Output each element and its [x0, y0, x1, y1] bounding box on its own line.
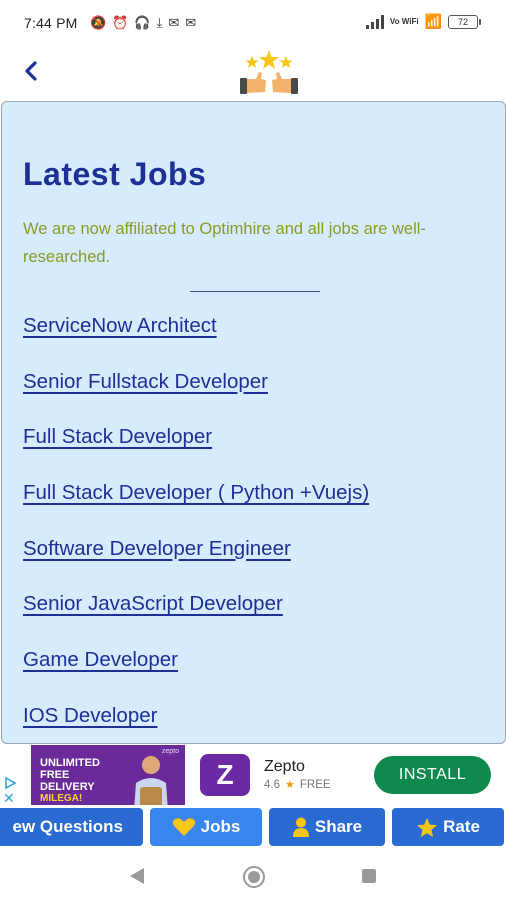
new-questions-label: ew Questions: [12, 817, 123, 836]
status-time: 7:44 PM: [24, 15, 78, 31]
page-title: Latest Jobs: [23, 156, 207, 192]
nav-home-icon[interactable]: [243, 866, 265, 888]
ad-app-name[interactable]: Zepto: [264, 758, 305, 776]
list-item: ServiceNow Architect: [23, 314, 369, 370]
user-icon: [292, 817, 309, 837]
ad-info-icon[interactable]: [2, 776, 18, 790]
system-nav-bar: [0, 852, 506, 900]
job-link[interactable]: Software Developer Engineer: [23, 537, 291, 560]
heart-icon: [172, 818, 195, 836]
ad-rating-value: 4.6: [264, 778, 280, 791]
action-bar: ew Questions Jobs Share Rate: [0, 808, 506, 848]
list-item: Software Developer Engineer: [23, 537, 369, 593]
battery-icon: 72: [448, 14, 481, 29]
app-bar: [0, 48, 506, 100]
rate-button[interactable]: Rate: [392, 808, 504, 846]
list-item: Senior JavaScript Developer: [23, 592, 369, 648]
star-icon: [417, 817, 438, 837]
share-label: Share: [314, 817, 363, 836]
jobs-card: Latest Jobs We are now affiliated to Opt…: [1, 101, 506, 744]
mail-icon: ✉: [185, 15, 197, 30]
ad-rating: 4.6 ★ FREE: [264, 778, 331, 792]
nav-recents-icon[interactable]: [362, 869, 376, 883]
job-link[interactable]: Full Stack Developer: [23, 425, 212, 448]
alarm-icon: ⏰: [112, 15, 129, 30]
ad-price: FREE: [299, 778, 331, 791]
star-icon: ★: [285, 779, 295, 791]
job-link[interactable]: Senior JavaScript Developer: [23, 592, 283, 615]
headphones-icon: 🎧: [134, 15, 151, 30]
chevron-left-icon: [25, 61, 37, 81]
jobs-intro-text: We are now affiliated to Optimhire and a…: [23, 220, 426, 266]
battery-level: 72: [457, 16, 468, 27]
signal-icon: [365, 14, 384, 29]
system-indicators: Vo WiFi 📶 72: [365, 13, 481, 30]
thumbs-up-stars-icon: [240, 50, 298, 94]
status-bar: 7:44 PM 🔕 ⏰ 🎧 ⤓ ✉ ✉ Vo WiFi 📶 72: [0, 0, 506, 48]
job-link[interactable]: Game Developer: [23, 648, 178, 671]
jobs-button[interactable]: Jobs: [150, 808, 262, 846]
ad-image[interactable]: zepto UNLIMITED FREE DELIVERY MILEGA!: [31, 745, 185, 805]
job-link[interactable]: Senior Fullstack Developer: [23, 370, 268, 393]
list-item: Full Stack Developer ( Python +Vuejs): [23, 481, 369, 537]
dnd-off-icon: 🔕: [90, 15, 107, 30]
ad-image-subline: MILEGA!: [40, 793, 83, 804]
mail-icon: ✉: [168, 15, 180, 30]
ad-image-headline: UNLIMITED FREE DELIVERY: [40, 757, 100, 793]
rate-label: Rate: [443, 817, 480, 836]
list-item: Senior Fullstack Developer: [23, 370, 369, 426]
new-questions-button[interactable]: ew Questions: [0, 808, 143, 846]
notification-icons: 🔕 ⏰ 🎧 ⤓ ✉ ✉: [90, 14, 196, 32]
ad-close-icon[interactable]: ✕: [3, 790, 15, 807]
zepto-app-icon[interactable]: Z: [200, 754, 250, 796]
ad-image-text: UNLIMITED FREE DELIVERY MILEGA!: [40, 757, 120, 805]
list-item: IOS Developer: [23, 704, 369, 743]
download-icon: ⤓: [156, 15, 163, 30]
job-list: ServiceNow Architect Senior Fullstack De…: [23, 314, 369, 743]
wifi-icon: 📶: [424, 13, 442, 29]
install-button[interactable]: INSTALL: [374, 756, 491, 794]
list-item: Game Developer: [23, 648, 369, 704]
vowifi-label: Vo WiFi: [389, 16, 419, 26]
share-button[interactable]: Share: [269, 808, 385, 846]
job-link[interactable]: ServiceNow Architect: [23, 314, 217, 337]
back-button[interactable]: [16, 56, 46, 86]
job-link[interactable]: Full Stack Developer ( Python +Vuejs): [23, 481, 369, 504]
nav-back-icon[interactable]: [128, 866, 146, 886]
divider: [190, 291, 320, 292]
jobs-label: Jobs: [200, 817, 241, 836]
list-item: Full Stack Developer: [23, 425, 369, 481]
job-link[interactable]: IOS Developer: [23, 704, 157, 727]
ad-person-illustration: [134, 756, 168, 805]
